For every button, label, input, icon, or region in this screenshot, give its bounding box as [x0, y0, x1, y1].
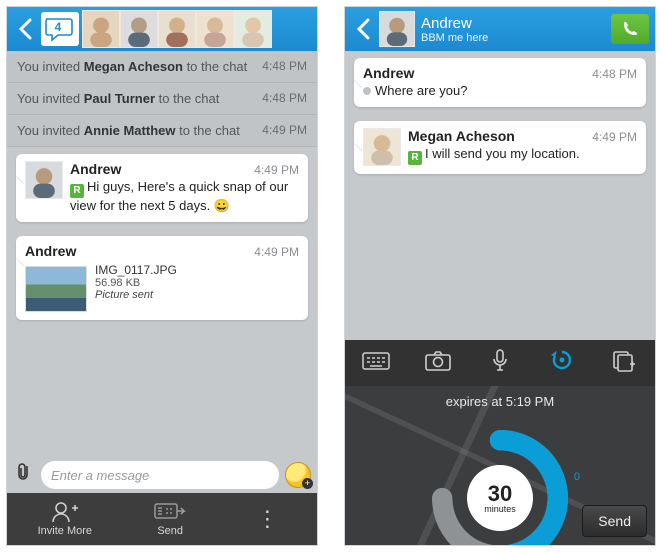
file-size: 56.98 KB: [95, 277, 177, 289]
header: Andrew BBM me here: [345, 7, 655, 51]
avatar[interactable]: [234, 10, 272, 48]
system-notice: You invited Annie Matthew to the chat 4:…: [7, 115, 317, 147]
system-notice: You invited Paul Turner to the chat 4:48…: [7, 83, 317, 115]
file-status: Picture sent: [95, 289, 177, 301]
contact-name: Andrew: [421, 15, 488, 32]
footer: Enter a message Invite More Send ⋮: [7, 458, 317, 545]
message-text: Where are you?: [363, 83, 637, 99]
message-bubble[interactable]: Andrew 4:49 PM IMG_0117.JPG 56.98 KB Pic…: [16, 236, 308, 320]
timestamp: 4:49 PM: [254, 245, 299, 259]
sender-avatar: [25, 161, 63, 199]
avatar[interactable]: [196, 10, 234, 48]
sender-name: Andrew: [363, 65, 414, 81]
sender-name: Andrew: [25, 243, 76, 259]
sender-name: Andrew: [70, 161, 121, 177]
compose-bar: Enter a message: [7, 458, 317, 493]
participant-count-chip[interactable]: 4: [41, 12, 79, 46]
avatar[interactable]: [158, 10, 196, 48]
system-notice: You invited Megan Acheson to the chat 4:…: [7, 51, 317, 83]
invite-more-button[interactable]: Invite More: [38, 501, 92, 537]
back-button[interactable]: [9, 7, 41, 51]
file-name: IMG_0117.JPG: [95, 263, 177, 277]
delivery-status-icon: [363, 87, 371, 95]
send-button[interactable]: Send: [153, 501, 187, 537]
overflow-menu-icon[interactable]: ⋮: [248, 506, 286, 532]
message-bubble[interactable]: Megan Acheson 4:49 PM RI will send you m…: [354, 121, 646, 174]
message-bubble[interactable]: Andrew 4:48 PM Where are you?: [354, 58, 646, 107]
sender-name: Megan Acheson: [408, 128, 515, 144]
timestamp: 4:49 PM: [262, 123, 307, 138]
camera-icon[interactable]: [421, 351, 455, 376]
timestamp: 4:48 PM: [592, 67, 637, 81]
location-icon[interactable]: [545, 349, 579, 378]
status-badge-icon: R: [408, 151, 422, 165]
right-screen: Andrew BBM me here Andrew 4:48 PM Where …: [344, 6, 656, 546]
file-attach-icon[interactable]: [607, 350, 641, 377]
svg-text:4: 4: [55, 20, 62, 34]
keyboard-icon[interactable]: [359, 352, 393, 375]
message-bubble[interactable]: Andrew 4:49 PM RHi guys, Here's a quick …: [16, 154, 308, 222]
contact-status: BBM me here: [421, 32, 488, 44]
timestamp: 4:49 PM: [592, 130, 637, 144]
message-input[interactable]: Enter a message: [41, 461, 279, 489]
timestamp: 4:48 PM: [262, 59, 307, 74]
avatar[interactable]: [82, 10, 120, 48]
message-text: RHi guys, Here's a quick snap of our vie…: [70, 179, 299, 214]
image-thumbnail[interactable]: [25, 266, 87, 312]
left-screen: 4 You invited Megan Acheson to the chat …: [6, 6, 318, 546]
attachment-type-bar: [345, 340, 655, 386]
dial-tick-0: 0: [574, 471, 580, 483]
avatar[interactable]: [120, 10, 158, 48]
expiry-label: expires at 5:19 PM: [446, 394, 554, 409]
send-location-button[interactable]: Send: [582, 505, 647, 537]
timestamp: 4:49 PM: [254, 163, 299, 177]
attachment-icon[interactable]: [13, 462, 35, 488]
header: 4: [7, 7, 317, 51]
emoji-picker-icon[interactable]: [285, 462, 311, 488]
duration-readout: 30 minutes: [467, 465, 533, 531]
contact-avatar[interactable]: [379, 11, 415, 47]
timestamp: 4:48 PM: [262, 91, 307, 106]
voice-call-button[interactable]: [611, 14, 649, 44]
toolbar: Invite More Send ⋮: [7, 493, 317, 545]
back-button[interactable]: [347, 7, 379, 51]
sender-avatar: [363, 128, 401, 166]
location-share-panel: expires at 5:19 PM 30 minutes 0 15 30 45…: [345, 386, 655, 545]
message-text: RI will send you my location.: [408, 146, 637, 165]
duration-dial[interactable]: 30 minutes 0 15 30 45: [415, 413, 585, 546]
participant-avatars[interactable]: [82, 10, 272, 48]
microphone-icon[interactable]: [483, 349, 517, 378]
status-badge-icon: R: [70, 184, 84, 198]
